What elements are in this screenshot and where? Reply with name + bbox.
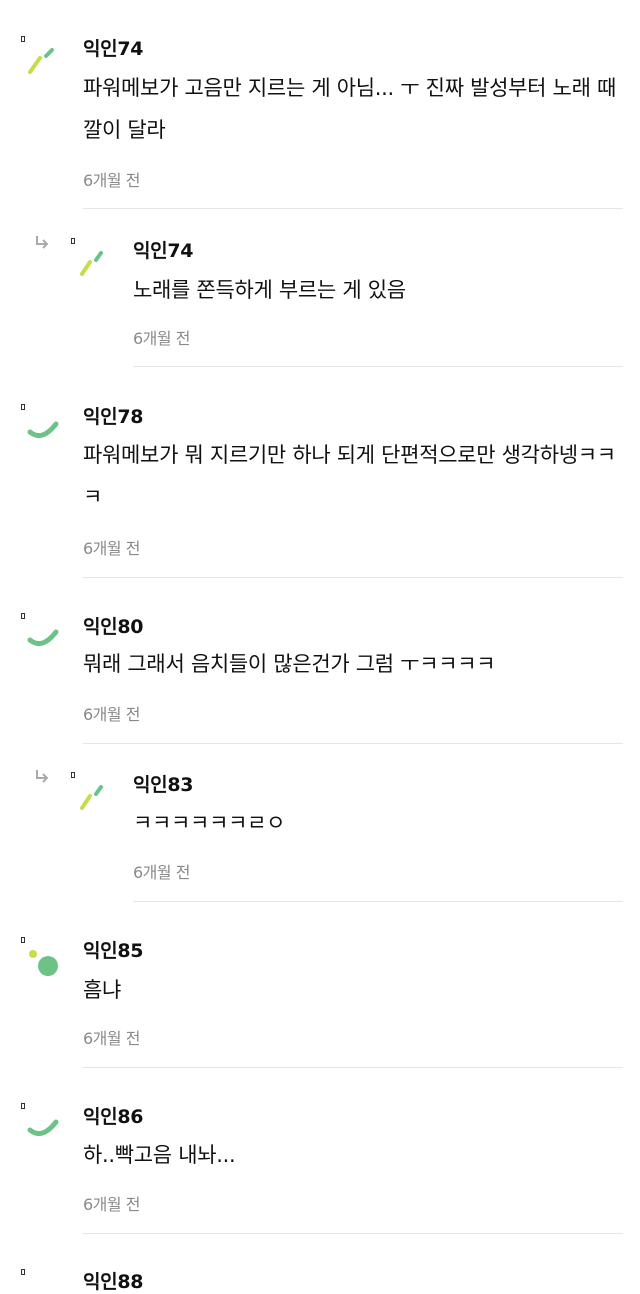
comment-divider [133, 366, 623, 367]
marker-icon [21, 937, 25, 943]
comment-divider [83, 1233, 623, 1234]
comment-time: 6개월 전 [83, 539, 140, 558]
comment-divider [83, 743, 623, 744]
comment-author[interactable]: 익인74 [83, 34, 144, 61]
smile-arc-avatar-icon [27, 421, 59, 439]
comment-text: 하..빡고음 내놔... [83, 1143, 236, 1167]
comment-text: 파워메보가 고음만 지르는 게 아님... ㅜ 진짜 발성부터 노래 때깔이 달… [83, 76, 616, 142]
marker-icon [71, 238, 75, 244]
comment-text: 뭐래 그래서 음치들이 많은건가 그럼 ㅜㅋㅋㅋㅋ [83, 652, 496, 676]
comment-author[interactable]: 익인83 [133, 770, 194, 797]
smile-arc-avatar-icon [27, 629, 59, 647]
reply-arrow-icon [36, 236, 49, 249]
marker-icon [21, 1103, 25, 1109]
comment-divider [83, 577, 623, 578]
sprout-avatar-icon [80, 785, 103, 810]
sprout-avatar-icon [28, 48, 54, 74]
circle-dots-avatar-icon [29, 950, 58, 976]
reply-arrow-icon [36, 770, 49, 783]
comment-author[interactable]: 익인80 [83, 612, 144, 639]
comment-time: 6개월 전 [83, 705, 140, 724]
comment-text: 노래를 쫀득하게 부르는 게 있음 [133, 278, 406, 302]
marker-icon [71, 772, 75, 778]
marker-icon [21, 1269, 25, 1275]
sprout-avatar-icon [80, 251, 103, 276]
comment-divider [83, 1067, 623, 1068]
comment-divider [83, 208, 623, 209]
comment-time: 6개월 전 [83, 1029, 140, 1048]
comment-author[interactable]: 익인86 [83, 1102, 144, 1129]
comment-time: 6개월 전 [133, 863, 190, 882]
comment-author[interactable]: 익인78 [83, 402, 144, 429]
marker-icon [21, 613, 25, 619]
comment-author[interactable]: 익인74 [133, 236, 194, 263]
comment-text: ㅋㅋㅋㅋㅋㅋㄹㅇ [133, 811, 286, 835]
comment-text: 파워메보가 뭐 지르기만 하나 되게 단편적으로만 생각하넹ㅋㅋㅋ [83, 443, 616, 509]
comment-author[interactable]: 익인85 [83, 936, 144, 963]
smile-arc-avatar-icon [27, 1119, 59, 1137]
marker-icon [21, 36, 25, 42]
comment-author[interactable]: 익인88 [83, 1267, 144, 1294]
marker-icon [21, 404, 25, 410]
comment-time: 6개월 전 [83, 1195, 140, 1214]
comment-divider [133, 901, 623, 902]
comment-time: 6개월 전 [83, 171, 140, 190]
comment-time: 6개월 전 [133, 329, 190, 348]
comment-text: 흠냐 [83, 978, 122, 1002]
